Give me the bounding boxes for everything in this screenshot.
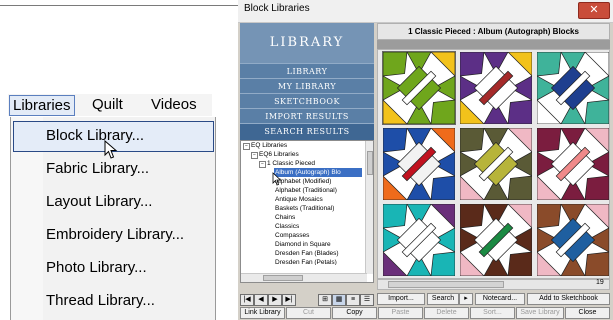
tree-node[interactable]: Classics bbox=[275, 222, 299, 231]
block-star-point bbox=[430, 175, 455, 200]
tree-node[interactable]: EQ6 Libraries bbox=[259, 150, 299, 159]
block-star-point bbox=[537, 52, 562, 77]
grid-horizontal-scrollbar[interactable] bbox=[377, 279, 610, 290]
block-star-point bbox=[507, 251, 532, 276]
view-grid-icon[interactable]: ▦ bbox=[332, 294, 346, 306]
close-button[interactable]: Close bbox=[565, 307, 610, 319]
import-button[interactable]: Import... bbox=[377, 293, 425, 305]
tree-node[interactable]: EQ Libraries bbox=[251, 141, 287, 150]
close-window-button[interactable]: ✕ bbox=[578, 2, 610, 19]
link-library-button[interactable]: Link Library bbox=[240, 307, 285, 319]
search-button[interactable]: Search bbox=[427, 293, 459, 305]
library-nav: LIBRARY LIBRARY MY LIBRARY SKETCHBOOK IM… bbox=[240, 23, 374, 140]
block-thumbnail[interactable] bbox=[383, 204, 455, 276]
tree-horizontal-scrollbar[interactable] bbox=[241, 273, 367, 282]
block-star-point bbox=[584, 99, 609, 124]
block-star-point bbox=[537, 204, 562, 229]
nav-header: LIBRARY bbox=[240, 23, 374, 63]
last-button[interactable]: ▶| bbox=[282, 294, 296, 306]
tree-node[interactable]: Antique Mosaics bbox=[275, 195, 323, 204]
tree-node[interactable]: 1 Classic Pieced bbox=[267, 159, 315, 168]
menu-quilt[interactable]: Quilt bbox=[92, 95, 123, 114]
block-thumbnail[interactable] bbox=[537, 128, 609, 200]
view-large-icon[interactable]: ⊞ bbox=[318, 294, 332, 306]
view-list-icon[interactable]: ≡ bbox=[346, 294, 360, 306]
previous-button[interactable]: ◀ bbox=[254, 294, 268, 306]
first-button[interactable]: |◀ bbox=[240, 294, 254, 306]
menu-videos[interactable]: Videos bbox=[151, 95, 197, 114]
copy-button[interactable]: Copy bbox=[332, 307, 377, 319]
scroll-thumb[interactable] bbox=[367, 151, 373, 175]
block-star-point bbox=[460, 52, 485, 77]
block-star-point bbox=[460, 128, 485, 153]
sort-button[interactable]: Sort... bbox=[470, 307, 515, 319]
menu-item-block-library[interactable]: Block Library... bbox=[46, 125, 144, 147]
menu-item-fabric-library[interactable]: Fabric Library... bbox=[46, 158, 149, 180]
notecard-button[interactable]: Notecard... bbox=[475, 293, 525, 305]
tree-node[interactable]: Alphabet (Modified) bbox=[275, 177, 331, 186]
block-count: 19 bbox=[596, 279, 604, 286]
collapse-icon[interactable]: − bbox=[259, 161, 266, 168]
save-library-button[interactable]: Save Library bbox=[516, 307, 564, 319]
title-bar: Block Libraries ✕ bbox=[238, 0, 613, 23]
tree-node[interactable]: Baskets (Traditional) bbox=[275, 204, 334, 213]
library-tree: − EQ Libraries − EQ6 Libraries − 1 Class… bbox=[240, 140, 374, 283]
record-navigation: |◀ ◀ ▶ ▶| ⊞ ▦ ≡ ☰ bbox=[240, 294, 374, 307]
scroll-thumb[interactable] bbox=[388, 281, 504, 288]
library-path-header: 1 Classic Pieced : Album (Autograph) Blo… bbox=[377, 23, 610, 40]
cut-button[interactable]: Cut bbox=[286, 307, 331, 319]
block-thumbnail[interactable] bbox=[537, 52, 609, 124]
delete-button[interactable]: Delete bbox=[424, 307, 469, 319]
block-thumbnail[interactable] bbox=[460, 204, 532, 276]
block-star-point bbox=[584, 251, 609, 276]
add-to-sketchbook-button[interactable]: Add to Sketchbook bbox=[527, 293, 610, 305]
block-libraries-window: Block Libraries ✕ LIBRARY LIBRARY MY LIB… bbox=[238, 0, 613, 320]
block-star-point bbox=[537, 128, 562, 153]
divider bbox=[0, 5, 238, 6]
tree-vertical-scrollbar[interactable] bbox=[365, 141, 373, 274]
block-thumbnail[interactable] bbox=[537, 204, 609, 276]
menubar: Libraries Quilt Videos bbox=[8, 94, 212, 116]
block-thumbnail[interactable] bbox=[460, 52, 532, 124]
block-star-point bbox=[383, 204, 408, 229]
block-star-point bbox=[584, 175, 609, 200]
block-star-point bbox=[430, 99, 455, 124]
block-star-point bbox=[383, 52, 408, 77]
block-thumbnail[interactable] bbox=[382, 51, 456, 125]
tree-node[interactable]: Compasses bbox=[275, 231, 309, 240]
view-details-icon[interactable]: ☰ bbox=[360, 294, 374, 306]
block-star-point bbox=[430, 251, 455, 276]
search-options-icon[interactable]: ▸ bbox=[459, 293, 473, 305]
menu-item-embroidery-library[interactable]: Embroidery Library... bbox=[46, 224, 184, 246]
tree-node[interactable]: Chains bbox=[275, 213, 295, 222]
collapse-icon[interactable]: − bbox=[243, 143, 250, 150]
tree-node[interactable]: Diamond in Square bbox=[275, 240, 331, 249]
paste-button[interactable]: Paste bbox=[378, 307, 423, 319]
collapse-icon[interactable]: − bbox=[251, 152, 258, 159]
menu-item-layout-library[interactable]: Layout Library... bbox=[46, 191, 152, 213]
menu-libraries[interactable]: Libraries bbox=[9, 95, 75, 116]
menu-panel: Libraries Quilt Videos Block Library... … bbox=[0, 0, 238, 320]
block-thumbnail[interactable] bbox=[460, 128, 532, 200]
tree-node[interactable]: Dresden Fan (Petals) bbox=[275, 258, 337, 265]
tree-node[interactable]: Alphabet (Traditional) bbox=[275, 186, 337, 195]
block-star-point bbox=[383, 128, 408, 153]
block-star-point bbox=[460, 204, 485, 229]
block-star-point bbox=[507, 99, 532, 124]
next-button[interactable]: ▶ bbox=[268, 294, 282, 306]
block-thumbnail[interactable] bbox=[383, 128, 455, 200]
block-star-point bbox=[507, 175, 532, 200]
tree-node-selected[interactable]: Album (Autograph) Blo bbox=[274, 168, 362, 177]
mouse-cursor-icon bbox=[272, 172, 282, 186]
scroll-thumb[interactable] bbox=[263, 275, 303, 281]
menu-item-thread-library[interactable]: Thread Library... bbox=[46, 290, 155, 312]
header-strip bbox=[377, 40, 610, 49]
tree-node[interactable]: Dresden Fan (Blades) bbox=[275, 249, 339, 258]
mouse-cursor-icon bbox=[104, 140, 118, 159]
nav-item-search-results[interactable]: SEARCH RESULTS bbox=[240, 123, 374, 140]
window-title: Block Libraries bbox=[244, 3, 310, 14]
menu-item-photo-library[interactable]: Photo Library... bbox=[46, 257, 147, 279]
